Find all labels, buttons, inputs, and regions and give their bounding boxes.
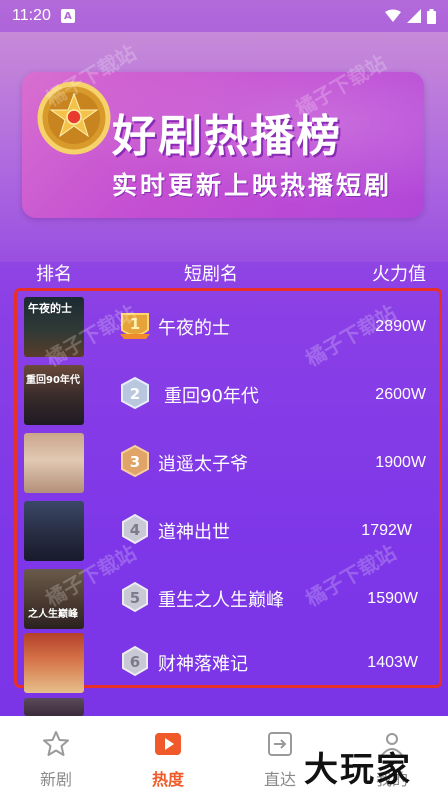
ranking-row-4[interactable]: 4 道神出世 1792W — [24, 500, 432, 562]
poster-image: 之人生巅峰 — [24, 569, 84, 629]
column-name: 短剧名 — [184, 264, 238, 285]
rank-gold-badge-icon: 1 — [120, 313, 150, 339]
star-icon — [43, 731, 69, 756]
battery-icon — [427, 8, 436, 24]
brand-logo: 大玩家 — [304, 750, 412, 790]
heat-value: 1590W — [367, 590, 418, 607]
play-icon — [155, 733, 181, 755]
banner-title: 好剧热播榜 — [112, 111, 342, 162]
drama-title: 重生之人生巅峰 — [158, 590, 284, 611]
drama-title: 重回90年代 — [164, 386, 259, 407]
svg-text:3: 3 — [130, 453, 140, 471]
poster-image: 午夜的士 — [24, 297, 84, 357]
rank-6-badge-icon: 6 — [122, 645, 148, 677]
nav-item-new[interactable]: 新剧 — [0, 716, 112, 798]
svg-text:2: 2 — [130, 385, 140, 403]
drama-title: 逍遥太子爷 — [158, 454, 248, 475]
nav-item-hot[interactable]: 热度 — [112, 716, 224, 798]
svg-text:1: 1 — [130, 315, 140, 333]
heat-value: 1403W — [367, 654, 418, 671]
rank-silver-badge-icon: 2 — [121, 376, 149, 410]
column-rank: 排名 — [36, 264, 72, 285]
banner-subtitle: 实时更新上映热播短剧 — [112, 171, 393, 200]
rank-bronze-badge-icon: 3 — [121, 444, 149, 478]
ranking-row-3[interactable]: 3 逍遥太子爷 1900W — [24, 432, 432, 494]
ranking-row-2[interactable]: 重回90年代 2 重回90年代 2600W — [24, 364, 432, 426]
drama-title: 财神落难记 — [158, 654, 248, 675]
drama-title: 午夜的士 — [158, 318, 230, 339]
heat-value: 2890W — [375, 318, 426, 335]
poster-image — [24, 501, 84, 561]
status-time: 11:20 — [12, 7, 51, 24]
nav-label: 热度 — [151, 770, 184, 789]
heat-value: 2600W — [375, 386, 426, 403]
enter-icon — [268, 732, 292, 756]
status-bar: 11:20 A — [0, 0, 448, 32]
status-icons — [385, 8, 436, 24]
ranking-row-1[interactable]: 午夜的士 1 午夜的士 2890W — [24, 296, 432, 358]
rank-5-badge-icon: 5 — [122, 581, 148, 613]
nav-label: 新剧 — [39, 770, 72, 789]
svg-text:4: 4 — [130, 521, 140, 539]
svg-text:5: 5 — [130, 589, 140, 607]
poster-image: 重回90年代 — [24, 365, 84, 425]
heat-value: 1900W — [375, 454, 426, 471]
ranking-row-6[interactable]: 6 财神落难记 1403W — [24, 632, 432, 694]
wifi-icon — [385, 9, 401, 22]
heat-value: 1792W — [361, 522, 412, 539]
ranking-row-5[interactable]: 之人生巅峰 5 重生之人生巅峰 1590W — [24, 568, 432, 630]
column-heat: 火力值 — [372, 264, 426, 285]
drama-title: 道神出世 — [158, 522, 230, 543]
poster-image — [24, 633, 84, 693]
ranking-row-7-partial — [24, 698, 84, 716]
rank-4-badge-icon: 4 — [122, 513, 148, 545]
signal-icon — [407, 9, 421, 23]
svg-text:6: 6 — [130, 653, 140, 671]
poster-image — [24, 433, 84, 493]
medal-icon — [37, 81, 111, 155]
notification-a-icon: A — [60, 9, 75, 23]
nav-label: 直达 — [263, 770, 296, 789]
